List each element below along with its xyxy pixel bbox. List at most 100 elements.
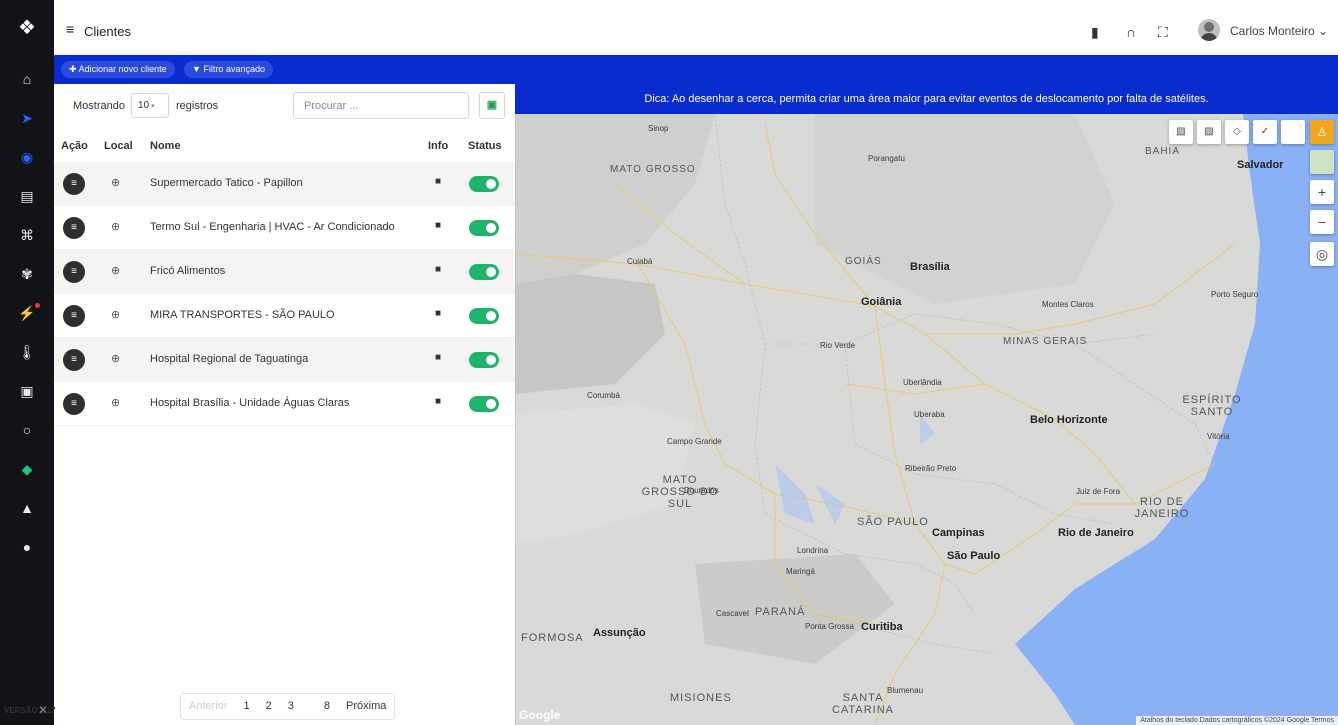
pagination-next[interactable]: Próxima: [338, 694, 394, 719]
info-icon[interactable]: ■: [435, 220, 441, 231]
zoom-out-button[interactable]: −: [1310, 210, 1334, 234]
advanced-filter-label: Filtro avançado: [203, 64, 265, 74]
globe-icon[interactable]: ⊕: [111, 308, 120, 321]
table-row[interactable]: ≡ ⊕ MIRA TRANSPORTES - SÃO PAULO ■: [54, 294, 515, 338]
map-label-dourados: Dourados: [684, 486, 719, 495]
row-menu-button[interactable]: ≡: [63, 217, 85, 239]
globe-icon[interactable]: ⊕: [111, 264, 120, 277]
pagination-page-2[interactable]: 2: [258, 694, 280, 719]
row-menu-button[interactable]: ≡: [63, 261, 85, 283]
street-view-icon[interactable]: ♙: [1310, 120, 1334, 144]
info-icon[interactable]: ■: [435, 352, 441, 363]
eraser-icon[interactable]: ◇: [1225, 120, 1249, 144]
info-icon[interactable]: ■: [435, 396, 441, 407]
check-icon[interactable]: ✓: [1253, 120, 1277, 144]
map-label-santa-catarina: SANTA CATARINA: [832, 692, 894, 716]
app-logo-icon[interactable]: ❖: [0, 18, 54, 38]
map-attribution[interactable]: Atalhos do teclado Dados cartográficos ©…: [1136, 716, 1338, 725]
info-icon[interactable]: ■: [435, 176, 441, 187]
map-label-goias: GOIÁS: [845, 256, 882, 267]
locate-icon[interactable]: ◎: [1310, 242, 1334, 266]
map-label-bahia: BAHIA: [1145, 146, 1181, 157]
add-client-button[interactable]: ✚ Adicionar novo cliente: [61, 61, 175, 78]
row-menu-button[interactable]: ≡: [63, 173, 85, 195]
globe-icon[interactable]: ⊕: [111, 176, 120, 189]
info-icon[interactable]: ■: [435, 264, 441, 275]
table-row[interactable]: ≡ ⊕ Hospital Regional de Taguatinga ■: [54, 338, 515, 382]
status-toggle[interactable]: [469, 264, 499, 280]
globe-icon[interactable]: ⊕: [111, 396, 120, 409]
pagination-page-3[interactable]: 3: [280, 694, 302, 719]
hamburger-menu-icon[interactable]: ≡: [66, 21, 74, 37]
chip-icon[interactable]: ▣: [0, 380, 54, 402]
book-icon[interactable]: ▮: [1091, 24, 1099, 41]
records-label: registros: [176, 100, 219, 112]
client-name: Fricó Alimentos: [150, 265, 226, 277]
clipboard-search-icon[interactable]: ▤: [0, 185, 54, 207]
info-icon[interactable]: ■: [435, 308, 441, 319]
blank-control[interactable]: [1281, 120, 1305, 144]
pagination-page-1[interactable]: 1: [236, 694, 258, 719]
command-icon[interactable]: ⌘: [0, 224, 54, 246]
fullscreen-icon[interactable]: ⛶: [1158, 24, 1168, 41]
status-toggle[interactable]: [469, 308, 499, 324]
advanced-filter-button[interactable]: ▼ Filtro avançado: [184, 61, 273, 78]
status-toggle[interactable]: [469, 352, 499, 368]
status-toggle[interactable]: [469, 220, 499, 236]
column-header-status[interactable]: Status: [468, 140, 502, 152]
map-label-campo-grande: Campo Grande: [667, 437, 722, 446]
row-menu-button[interactable]: ≡: [63, 305, 85, 327]
flower-icon[interactable]: ✾: [0, 263, 54, 285]
globe-icon[interactable]: ⊕: [111, 220, 120, 233]
row-menu-button[interactable]: ≡: [63, 349, 85, 371]
draw-polygon-icon[interactable]: ▧: [1169, 120, 1193, 144]
row-menu-button[interactable]: ≡: [63, 393, 85, 415]
ring-icon[interactable]: ○: [0, 419, 54, 441]
user-menu[interactable]: Carlos Monteiro ⌄: [1230, 24, 1328, 38]
map-type-icon[interactable]: [1310, 150, 1334, 174]
close-icon[interactable]: ✕: [38, 703, 48, 717]
pagination-page-8[interactable]: 8: [316, 694, 338, 719]
export-excel-button[interactable]: ▣: [479, 92, 505, 119]
table-row[interactable]: ≡ ⊕ Hospital Brasília - Unidade Águas Cl…: [54, 382, 515, 426]
table-row[interactable]: ≡ ⊕ Fricó Alimentos ■: [54, 250, 515, 294]
activity-icon[interactable]: ⚡: [0, 302, 54, 324]
draw-rectangle-icon[interactable]: ▨: [1197, 120, 1221, 144]
map-label-assuncao: Assunção: [593, 627, 646, 639]
map-label-londrina: Londrina: [797, 546, 829, 555]
excel-icon: ▣: [486, 99, 498, 111]
map-label-sinop: Sinop: [648, 124, 669, 133]
top-bar: ≡ Clientes ▮ ∩ ⛶ Carlos Monteiro ⌄: [54, 0, 1338, 55]
map-label-parana: PARANÁ: [755, 606, 806, 618]
search-input[interactable]: [293, 92, 469, 119]
pagination-previous[interactable]: Anterior: [181, 694, 236, 719]
zoom-in-button[interactable]: +: [1310, 180, 1334, 204]
diamond-icon[interactable]: ◆: [0, 458, 54, 480]
home-icon[interactable]: ⌂: [0, 68, 54, 90]
status-toggle[interactable]: [469, 396, 499, 412]
map-label-cuiaba: Cuiabá: [627, 257, 653, 266]
chevron-down-icon: ▾: [149, 103, 155, 110]
client-name: MIRA TRANSPORTES - SÃO PAULO: [150, 309, 335, 321]
avatar[interactable]: [1198, 19, 1220, 41]
target-icon[interactable]: ◉: [0, 146, 54, 168]
map-label-porto-seguro: Porto Seguro: [1211, 290, 1259, 299]
map[interactable]: Dica: Ao desenhar a cerca, permita criar…: [515, 84, 1338, 725]
headset-icon[interactable]: ∩: [1126, 24, 1136, 40]
page-size-select[interactable]: 10 ▾: [131, 93, 169, 118]
map-label-blumenau: Blumenau: [887, 686, 924, 695]
map-label-montes-claros: Montes Claros: [1042, 300, 1094, 309]
client-name: Hospital Regional de Taguatinga: [150, 353, 309, 365]
warning-icon[interactable]: ▲: [0, 497, 54, 519]
column-header-info[interactable]: Info: [428, 140, 448, 152]
page-title: Clientes: [84, 24, 131, 39]
thermometer-icon[interactable]: 🌡: [0, 341, 54, 363]
globe-icon[interactable]: ⊕: [111, 352, 120, 365]
table-row[interactable]: ≡ ⊕ Termo Sul - Engenharia | HVAC - Ar C…: [54, 206, 515, 250]
user-circle-icon[interactable]: ●: [0, 536, 54, 558]
map-label-uberaba: Uberaba: [914, 410, 945, 419]
navigation-icon[interactable]: ➤: [0, 107, 54, 129]
status-toggle[interactable]: [469, 176, 499, 192]
map-label-mato-grosso: MATO GROSSO: [610, 164, 696, 175]
table-row[interactable]: ≡ ⊕ Supermercado Tatico - Papillon ■: [54, 162, 515, 206]
